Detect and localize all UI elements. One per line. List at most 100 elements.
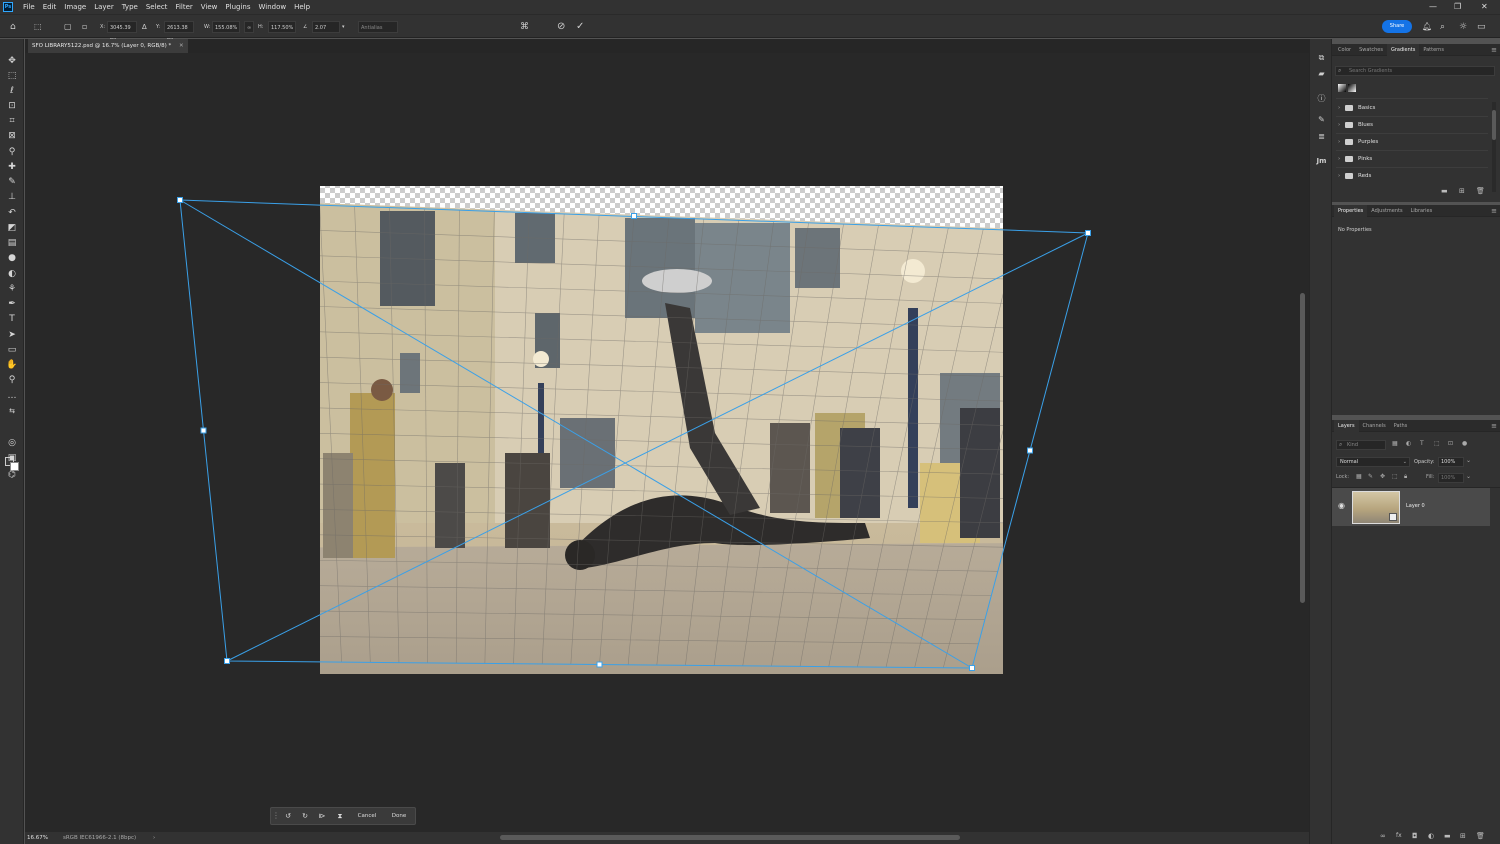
dodge-tool-icon[interactable]: ◐ <box>5 268 19 280</box>
menu-help[interactable]: Help <box>290 3 314 11</box>
menu-view[interactable]: View <box>197 3 222 11</box>
vertical-scroll-thumb[interactable] <box>1300 293 1305 603</box>
jm-plugin-icon[interactable]: Jm <box>1315 157 1328 165</box>
width-input[interactable]: 155.08% <box>212 21 240 33</box>
visibility-eye-icon[interactable]: ◉ <box>1338 501 1345 510</box>
transform-tool-icon[interactable]: ⬚ <box>34 21 42 33</box>
x-position-input[interactable]: 3045.39 px <box>107 21 137 43</box>
new-layer-icon[interactable]: ⊞ <box>1460 832 1466 840</box>
menu-select[interactable]: Select <box>142 3 172 11</box>
adjustment-layer-icon[interactable]: ◐ <box>1428 832 1434 840</box>
layer-row[interactable]: ◉ Layer 0 <box>1332 488 1490 526</box>
layer-mask-icon[interactable]: ◘ <box>1412 832 1418 840</box>
filter-toggle-icon[interactable]: ● <box>1462 440 1467 447</box>
minimize-icon[interactable]: — <box>1429 2 1437 11</box>
interpolation-select[interactable]: Antialias <box>358 21 398 33</box>
tab-swatches[interactable]: Swatches <box>1355 44 1387 56</box>
gradient-group-basics[interactable]: › Basics <box>1338 100 1488 116</box>
angle-input[interactable]: 2.07 <box>312 21 340 33</box>
gradient-tool-icon[interactable]: ▤ <box>5 237 19 249</box>
delta-icon[interactable]: ∆ <box>142 21 147 33</box>
screen-mode-icon[interactable]: ▣ <box>5 452 19 464</box>
lock-artboard-icon[interactable]: ⬚ <box>1392 473 1398 480</box>
generative-fill-icon[interactable]: ⌬ <box>5 469 19 481</box>
menu-image[interactable]: Image <box>60 3 90 11</box>
filter-type-icon[interactable]: T <box>1420 440 1424 447</box>
layer-kind-filter[interactable]: ⌕ Kind <box>1336 440 1386 450</box>
info-icon[interactable]: ⓘ <box>1315 93 1328 104</box>
delete-layer-icon[interactable]: 🗑︎ <box>1476 832 1485 840</box>
menu-layer[interactable]: Layer <box>90 3 118 11</box>
menu-plugins[interactable]: Plugins <box>221 3 254 11</box>
vertical-scrollbar[interactable] <box>1298 53 1309 832</box>
move-tool-icon[interactable]: ✥ <box>5 55 19 67</box>
gradient-list-scrollbar[interactable] <box>1492 102 1496 192</box>
opacity-slider-icon[interactable]: ⌄ <box>1466 457 1471 464</box>
new-group-icon[interactable]: ▬ <box>1441 187 1448 195</box>
eraser-tool-icon[interactable]: ◩ <box>5 222 19 234</box>
tab-patterns[interactable]: Patterns <box>1419 44 1448 56</box>
brush-tool-icon[interactable]: ✎ <box>5 176 19 188</box>
rotate-right-icon[interactable]: ↻ <box>298 808 312 824</box>
delete-icon[interactable]: 🗑︎ <box>1476 187 1485 195</box>
close-icon[interactable]: ✕ <box>1481 2 1488 11</box>
gradient-group-purples[interactable]: › Purples <box>1338 134 1488 150</box>
eyedropper-tool-icon[interactable]: ⚲ <box>5 146 19 158</box>
tab-adjustments[interactable]: Adjustments <box>1367 205 1406 217</box>
fill-slider-icon[interactable]: ⌄ <box>1466 473 1471 480</box>
filter-pixel-icon[interactable]: ▦ <box>1392 440 1398 447</box>
fill-input[interactable]: 100% <box>1438 473 1464 483</box>
share-button[interactable]: Share <box>1382 20 1412 33</box>
flip-vertical-icon[interactable]: ⧗ <box>333 808 347 824</box>
gradient-search-field[interactable]: ⌕ Search Gradients <box>1335 66 1495 76</box>
tab-gradients[interactable]: Gradients <box>1386 43 1420 56</box>
tab-color[interactable]: Color <box>1334 44 1355 56</box>
done-button[interactable]: Done <box>384 808 414 824</box>
notifications-icon[interactable]: 🔔︎ <box>1422 21 1432 33</box>
menu-file[interactable]: File <box>19 3 39 11</box>
link-icon[interactable]: ∞ <box>244 21 254 33</box>
gradient-group-pinks[interactable]: › Pinks <box>1338 151 1488 167</box>
height-input[interactable]: 117.50% <box>268 21 296 33</box>
gradient-group-reds[interactable]: › Reds <box>1338 168 1488 184</box>
rectangle-tool-icon[interactable]: ▭ <box>5 344 19 356</box>
gradient-group-blues[interactable]: › Blues <box>1338 117 1488 133</box>
blend-mode-select[interactable]: Normal ⌄ <box>1336 457 1410 467</box>
new-group-icon[interactable]: ▬ <box>1444 832 1451 840</box>
tab-channels[interactable]: Channels <box>1359 420 1390 432</box>
smudge-tool-icon[interactable]: ⚘ <box>5 283 19 295</box>
new-gradient-icon[interactable]: ⊞ <box>1459 187 1465 195</box>
more-tools-icon[interactable]: … <box>5 390 19 402</box>
healing-brush-tool-icon[interactable]: ✚ <box>5 161 19 173</box>
history-brush-tool-icon[interactable]: ↶ <box>5 207 19 219</box>
angle-stepper-icon[interactable]: ▾ <box>342 21 345 33</box>
opacity-input[interactable]: 100% <box>1438 457 1464 467</box>
recent-gradient-2[interactable] <box>1348 84 1356 92</box>
warp-icon[interactable]: ⌘ <box>520 21 529 33</box>
canvas-area[interactable] <box>25 53 1298 832</box>
tab-libraries[interactable]: Libraries <box>1407 205 1437 217</box>
menu-window[interactable]: Window <box>254 3 290 11</box>
recent-gradient-1[interactable] <box>1338 84 1346 92</box>
panel-menu-icon[interactable]: ≡ <box>1491 44 1497 56</box>
type-tool-icon[interactable]: T <box>5 313 19 325</box>
rotate-left-icon[interactable]: ↺ <box>281 808 295 824</box>
link-layers-icon[interactable]: ∞ <box>1380 832 1386 840</box>
brush-settings-icon[interactable]: ✎ <box>1315 115 1328 124</box>
comments-icon[interactable]: ▰ <box>1315 69 1328 78</box>
tab-properties[interactable]: Properties <box>1334 204 1368 217</box>
cancel-transform-icon[interactable]: ⊘ <box>557 21 565 33</box>
reference-point-icon[interactable]: ▢ <box>64 21 72 33</box>
home-icon[interactable]: ⌂ <box>10 21 16 33</box>
lasso-tool-icon[interactable]: ℓ <box>5 85 19 97</box>
menu-type[interactable]: Type <box>118 3 142 11</box>
adjustments-icon[interactable]: ≣ <box>1315 132 1328 141</box>
blur-tool-icon[interactable]: ● <box>5 252 19 264</box>
tab-layers[interactable]: Layers <box>1334 419 1359 432</box>
layer-thumbnail[interactable] <box>1352 491 1400 524</box>
filter-smart-object-icon[interactable]: ⊡ <box>1448 440 1453 447</box>
restore-icon[interactable]: ❐ <box>1454 2 1461 11</box>
clone-stamp-tool-icon[interactable]: ⊥ <box>5 191 19 203</box>
quick-mask-icon[interactable]: ◎ <box>5 437 19 449</box>
layer-style-icon[interactable]: fx <box>1396 832 1402 839</box>
